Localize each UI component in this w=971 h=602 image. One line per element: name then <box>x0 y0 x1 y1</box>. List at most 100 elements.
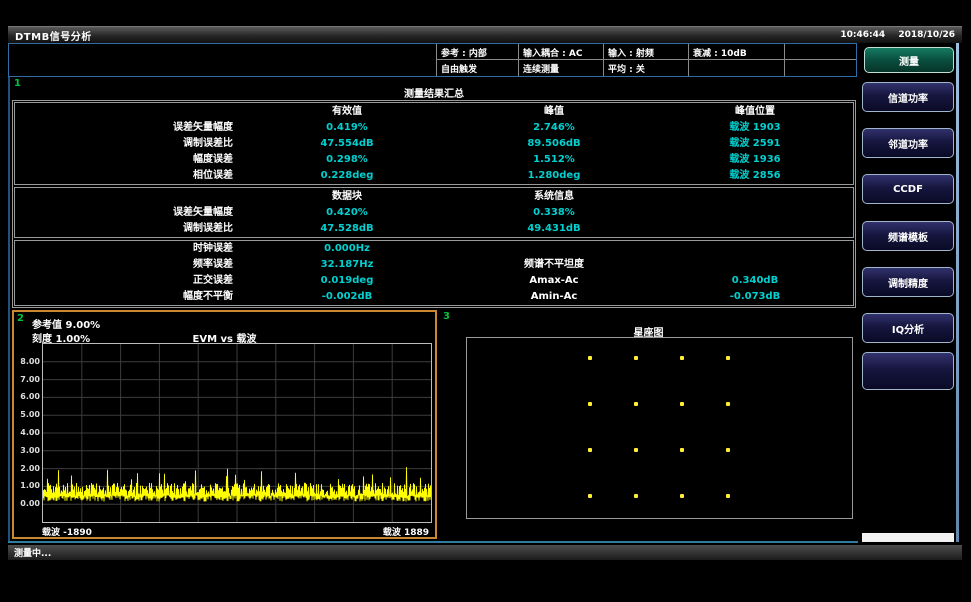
amax-label: Amax-Ac <box>451 273 657 289</box>
reference-value-label: 参考值 9.00% <box>32 316 100 331</box>
sidebar-footer-strip <box>862 533 954 542</box>
row-value: 32.187Hz <box>243 257 451 273</box>
y-axis-tick: 5.00 <box>16 410 40 419</box>
constellation-point <box>726 402 730 406</box>
row-right <box>657 257 853 273</box>
table-row: 时钟误差 0.000Hz <box>15 241 853 257</box>
y-axis-tick: 7.00 <box>16 375 40 384</box>
constellation-panel[interactable]: 3 星座图 <box>440 310 857 539</box>
results-section-block-system: 数据块 系统信息 误差矢量幅度 0.420% 0.338% 调制误差比 47.5… <box>14 187 854 238</box>
peak-pos: 载波 1936 <box>657 152 853 168</box>
y-axis-tick: 0.00 <box>16 499 40 508</box>
constellation-point <box>680 356 684 360</box>
peak-pos: 载波 2591 <box>657 136 853 152</box>
constellation-point <box>634 494 638 498</box>
title-bar: DTMB信号分析 10:46:44 2018/10/26 <box>8 26 962 43</box>
y-axis-tick: 3.00 <box>16 446 40 455</box>
status-empty-3 <box>784 60 856 76</box>
constellation-point <box>588 402 592 406</box>
block-value: 0.420% <box>243 205 451 221</box>
constellation-point <box>634 356 638 360</box>
window-left-border <box>8 43 10 541</box>
col-header-system-info: 系统信息 <box>451 188 657 205</box>
constellation-point <box>726 494 730 498</box>
softkey-channel-power[interactable]: 信道功率 <box>862 82 954 112</box>
y-axis-tick: 2.00 <box>16 464 40 473</box>
constellation-plot-area[interactable] <box>466 337 853 519</box>
row-value: -0.002dB <box>243 289 451 305</box>
constellation-point <box>588 494 592 498</box>
status-cells: 参考 : 内部 输入耦合 : AC 输入 : 射频 衰减 : 10dB 自由触发… <box>436 44 856 76</box>
flatness-header: 频谱不平坦度 <box>451 257 657 273</box>
sidebar-rail <box>956 43 959 542</box>
status-attenuation: 衰减 : 10dB <box>688 44 784 60</box>
status-message-bar: 测量中... <box>8 545 962 560</box>
sysinfo-value: 49.431dB <box>451 221 657 237</box>
row-mid <box>451 241 657 257</box>
y-axis-tick: 1.00 <box>16 481 40 490</box>
table-header-row: 有效值 峰值 峰值位置 <box>15 103 853 120</box>
table-row: 幅度误差 0.298% 1.512% 载波 1936 <box>15 152 853 168</box>
col-header-peak: 峰值 <box>451 103 657 120</box>
table-row: 频率误差 32.187Hz 频谱不平坦度 <box>15 257 853 273</box>
softkey-mod-accuracy[interactable]: 调制精度 <box>862 267 954 297</box>
status-empty-1 <box>784 44 856 60</box>
rms-value: 0.419% <box>243 120 451 136</box>
evm-chart-panel[interactable]: 2 参考值 9.00% 刻度 1.00% EVM vs 载波 载波 -1890 … <box>12 310 437 539</box>
evm-plot-area[interactable] <box>42 343 432 523</box>
constellation-point <box>634 448 638 452</box>
col-header-rms: 有效值 <box>243 103 451 120</box>
rms-value: 0.298% <box>243 152 451 168</box>
y-axis-tick: 4.00 <box>16 428 40 437</box>
constellation-point <box>680 402 684 406</box>
constellation-point <box>680 448 684 452</box>
status-message: 测量中... <box>14 549 51 559</box>
constellation-point <box>680 494 684 498</box>
table-header-row: 数据块 系统信息 <box>15 188 853 205</box>
row-label: 调制误差比 <box>15 136 243 152</box>
softkey-spectrum-mask[interactable]: 频谱模板 <box>862 221 954 251</box>
rms-value: 0.228deg <box>243 168 451 184</box>
col-header-peak-pos: 峰值位置 <box>657 103 853 120</box>
amin-label: Amin-Ac <box>451 289 657 305</box>
constellation-point <box>726 356 730 360</box>
col-header-data-block: 数据块 <box>243 188 451 205</box>
softkey-measure[interactable]: 测量 <box>864 47 954 73</box>
panel-number-2: 2 <box>17 313 24 324</box>
status-trigger: 自由触发 <box>436 60 518 76</box>
constellation-point <box>588 448 592 452</box>
status-empty-2 <box>688 60 784 76</box>
status-reference: 参考 : 内部 <box>436 44 518 60</box>
status-input: 输入 : 射频 <box>603 44 688 60</box>
x-axis-right-label: 载波 1889 <box>383 525 429 538</box>
row-label: 时钟误差 <box>15 241 243 257</box>
app-title: DTMB信号分析 <box>15 28 92 43</box>
results-summary-panel[interactable]: 1 测量结果汇总 有效值 峰值 峰值位置 误差矢量幅度 0.419% 2.746… <box>12 78 856 308</box>
row-label: 误差矢量幅度 <box>15 205 243 221</box>
row-value: 0.019deg <box>243 273 451 289</box>
row-right <box>657 241 853 257</box>
peak-value: 1.280deg <box>451 168 657 184</box>
row-label: 幅度误差 <box>15 152 243 168</box>
softkey-adjacent-power[interactable]: 邻道功率 <box>862 128 954 158</box>
softkey-ccdf[interactable]: CCDF <box>862 174 954 204</box>
peak-value: 1.512% <box>451 152 657 168</box>
amin-value: -0.073dB <box>657 289 853 305</box>
status-average: 平均 : 关 <box>603 60 688 76</box>
settings-status-bar: 参考 : 内部 输入耦合 : AC 输入 : 射频 衰减 : 10dB 自由触发… <box>8 43 857 77</box>
peak-pos: 载波 1903 <box>657 120 853 136</box>
softkey-iq-analysis[interactable]: IQ分析 <box>862 313 954 343</box>
peak-value: 2.746% <box>451 120 657 136</box>
screen: { "titlebar": { "title": "DTMB信号分析", "ti… <box>0 0 971 602</box>
constellation-point <box>634 402 638 406</box>
row-label: 调制误差比 <box>15 221 243 237</box>
bottom-separator-line <box>8 541 858 543</box>
row-label: 频率误差 <box>15 257 243 273</box>
amax-value: 0.340dB <box>657 273 853 289</box>
status-sweep-mode: 连续测量 <box>518 60 603 76</box>
clock: 10:46:44 2018/10/26 <box>830 30 955 40</box>
status-coupling: 输入耦合 : AC <box>518 44 603 60</box>
peak-value: 89.506dB <box>451 136 657 152</box>
date-text: 2018/10/26 <box>898 30 955 40</box>
softkey-blank[interactable] <box>862 352 954 390</box>
